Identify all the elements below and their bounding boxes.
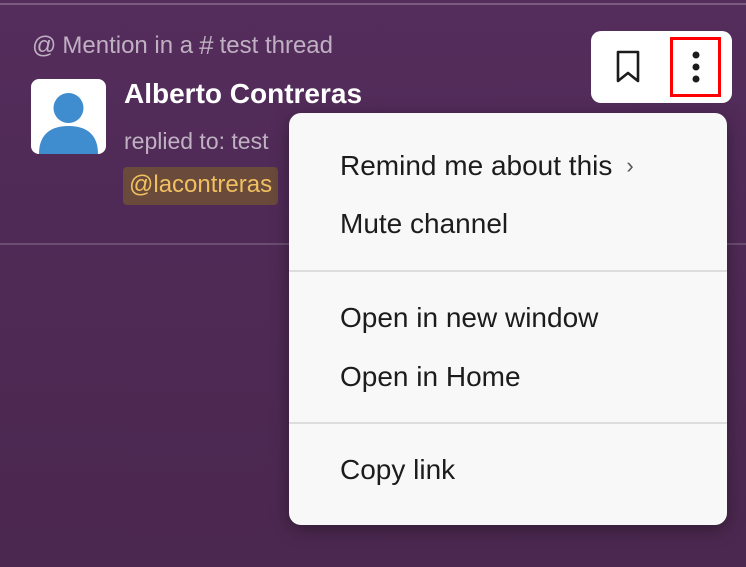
top-divider — [0, 3, 746, 5]
menu-item-label: Copy link — [340, 454, 456, 485]
menu-separator — [289, 270, 727, 272]
replied-to-text: replied to: test — [124, 128, 269, 154]
menu-item-remind[interactable]: Remind me about this › — [340, 150, 634, 182]
menu-item-mute[interactable]: Mute channel — [340, 208, 508, 240]
menu-item-copy-link[interactable]: Copy link — [340, 454, 455, 486]
avatar[interactable] — [31, 79, 106, 154]
menu-item-label: Mute channel — [340, 208, 509, 239]
menu-item-open-home[interactable]: Open in Home — [340, 361, 521, 393]
notification-header: @ Mention in a # test thread — [32, 30, 333, 61]
menu-item-label: Remind me about this — [340, 150, 613, 181]
at-icon: @ — [32, 31, 57, 59]
channel-name[interactable]: test thread — [220, 32, 333, 60]
bookmark-button[interactable] — [602, 39, 654, 95]
more-vertical-icon — [692, 51, 699, 83]
hash-icon: # — [199, 30, 214, 60]
more-actions-button[interactable] — [670, 37, 721, 97]
menu-item-label: Open in new window — [340, 302, 599, 333]
message-actions — [591, 31, 732, 103]
context-menu: Remind me about this › Mute channel Open… — [289, 113, 727, 525]
user-mention[interactable]: @lacontreras — [123, 167, 279, 205]
menu-item-open-window[interactable]: Open in new window — [340, 302, 598, 334]
header-prefix: Mention in a — [62, 31, 194, 59]
sender-name[interactable]: Alberto Contreras — [124, 78, 362, 110]
bookmark-icon — [616, 50, 640, 83]
chevron-right-icon: › — [626, 153, 634, 178]
menu-item-label: Open in Home — [340, 361, 521, 392]
menu-separator — [289, 422, 727, 424]
